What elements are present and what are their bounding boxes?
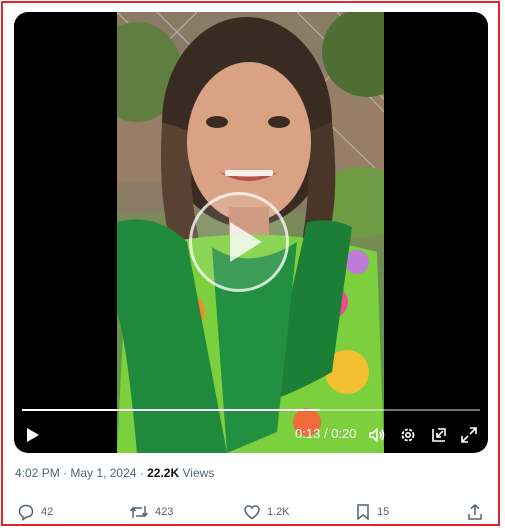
duration: 0:20 — [331, 426, 357, 441]
views-count: 22.2K — [147, 466, 180, 480]
repost-count: 423 — [155, 506, 174, 518]
repost-button[interactable]: 423 — [129, 503, 173, 521]
heart-icon — [244, 505, 260, 520]
bookmark-icon — [357, 504, 369, 521]
share-button[interactable] — [467, 503, 483, 521]
bookmark-button[interactable]: 15 — [355, 503, 389, 521]
play-icon[interactable] — [26, 427, 40, 443]
views-label: Views — [182, 466, 215, 480]
bookmark-count: 15 — [377, 506, 390, 518]
gear-icon[interactable] — [399, 426, 417, 444]
screenshot-frame: 0:13 / 0:20 4:02 PM · May 1, 2024 · 22.2… — [1, 1, 500, 526]
picture-in-picture-icon[interactable] — [430, 426, 448, 444]
repost-icon — [129, 506, 149, 518]
like-count: 1.2K — [267, 506, 290, 518]
video-player[interactable]: 0:13 / 0:20 — [14, 12, 488, 453]
post-time[interactable]: 4:02 PM — [15, 466, 60, 480]
big-play-button[interactable] — [189, 192, 289, 292]
video-progress-bar[interactable] — [22, 409, 480, 411]
video-progress-fill — [22, 409, 320, 411]
action-bar: 42 423 1.2K 15 — [3, 503, 505, 525]
share-icon — [468, 504, 482, 520]
meta-separator: · — [139, 466, 144, 480]
reply-button[interactable]: 42 — [17, 503, 53, 521]
post-meta: 4:02 PM · May 1, 2024 · 22.2K Views — [15, 466, 214, 480]
time-separator: / — [323, 426, 328, 441]
play-icon — [230, 222, 262, 262]
video-time: 0:13 / 0:20 — [295, 426, 357, 441]
volume-icon[interactable] — [368, 426, 386, 444]
reply-count: 42 — [41, 506, 54, 518]
meta-separator: · — [63, 466, 68, 480]
fullscreen-icon[interactable] — [460, 426, 478, 444]
like-button[interactable]: 1.2K — [243, 503, 290, 521]
reply-icon — [18, 504, 34, 521]
post-date[interactable]: May 1, 2024 — [70, 466, 136, 480]
current-time: 0:13 — [295, 426, 321, 441]
